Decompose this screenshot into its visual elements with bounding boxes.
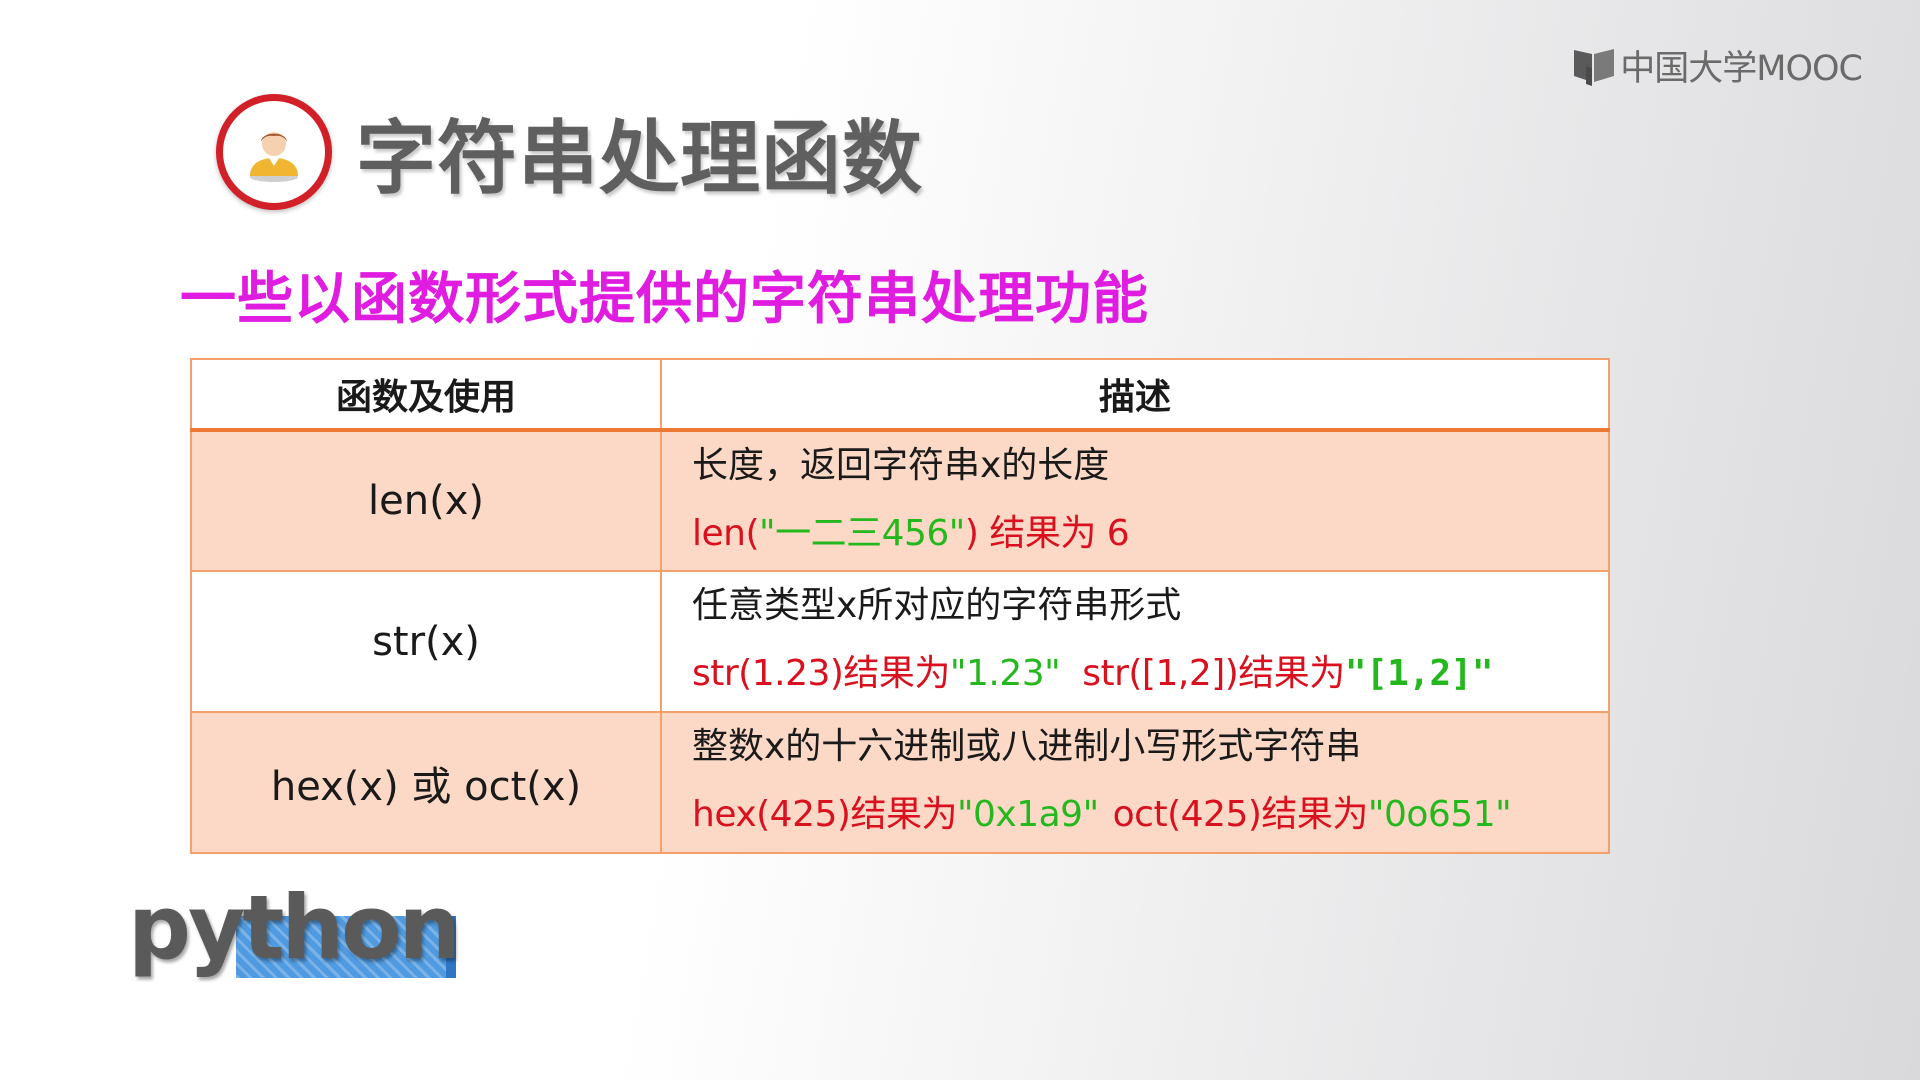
table-header-row: 函数及使用 描述 [190, 358, 1610, 432]
page-title: 字符串处理函数 [356, 112, 923, 205]
example-string: "0o651" [1367, 794, 1512, 835]
mooc-logo: 中国大学MOOC [1572, 40, 1863, 91]
person-avatar-icon [250, 132, 298, 182]
example-code: oct(425)结果为 [1112, 794, 1369, 835]
example-line: str(1.23)结果为"1.23" str([1,2])结果为"[1,2]" [692, 640, 1608, 708]
description-text: 长度，返回字符串x的长度 [692, 445, 1110, 486]
function-cell-hex-oct: hex(x) 或 oct(x) [190, 711, 662, 854]
slide-subtitle: 一些以函数形式提供的字符串处理功能 [180, 267, 1149, 332]
example-line: len("一二三456") 结果为 6 [692, 500, 1608, 568]
description-text: 任意类型x所对应的字符串形式 [692, 585, 1182, 626]
table-row: len(x) 长度，返回字符串x的长度 len("一二三456") 结果为 6 [190, 429, 1610, 572]
description-cell: 长度，返回字符串x的长度 len("一二三456") 结果为 6 [660, 429, 1610, 572]
header-function-usage: 函数及使用 [190, 358, 662, 432]
example-code: str([1,2])结果为 [1082, 653, 1345, 694]
description-cell: 整数x的十六进制或八进制小写形式字符串 hex(425)结果为"0x1a9" oc… [660, 711, 1610, 854]
header-description: 描述 [660, 358, 1610, 432]
title-area: 字符串处理函数 [216, 94, 923, 210]
python-logo-text: python [128, 876, 461, 979]
example-string: "一二三456" [759, 513, 965, 554]
example-string: "0x1a9" [956, 794, 1099, 835]
example-line: hex(425)结果为"0x1a9" oct(425)结果为"0o651" [692, 781, 1608, 849]
example-code: len( [692, 513, 760, 554]
function-cell-str: str(x) [190, 570, 662, 713]
mooc-book-icon [1574, 48, 1615, 86]
description-cell: 任意类型x所对应的字符串形式 str(1.23)结果为"1.23" str([1,… [660, 570, 1610, 713]
example-code: str(1.23)结果为 [692, 653, 950, 694]
avatar [216, 94, 332, 210]
description-text: 整数x的十六进制或八进制小写形式字符串 [692, 726, 1362, 767]
table-row: hex(x) 或 oct(x) 整数x的十六进制或八进制小写形式字符串 hex(… [190, 711, 1610, 854]
example-string: "1.23" [949, 653, 1061, 694]
mooc-logo-text: 中国大学MOOC [1620, 49, 1863, 89]
python-logo: python [128, 876, 461, 1006]
table-row: str(x) 任意类型x所对应的字符串形式 str(1.23)结果为"1.23"… [190, 570, 1610, 713]
functions-table: 函数及使用 描述 len(x) 长度，返回字符串x的长度 len("一二三456… [190, 358, 1610, 854]
example-code: hex(425)结果为 [692, 794, 957, 835]
function-cell-len: len(x) [190, 429, 662, 572]
example-string: "[1,2]" [1344, 653, 1494, 694]
example-result: ) 结果为 6 [964, 513, 1130, 554]
